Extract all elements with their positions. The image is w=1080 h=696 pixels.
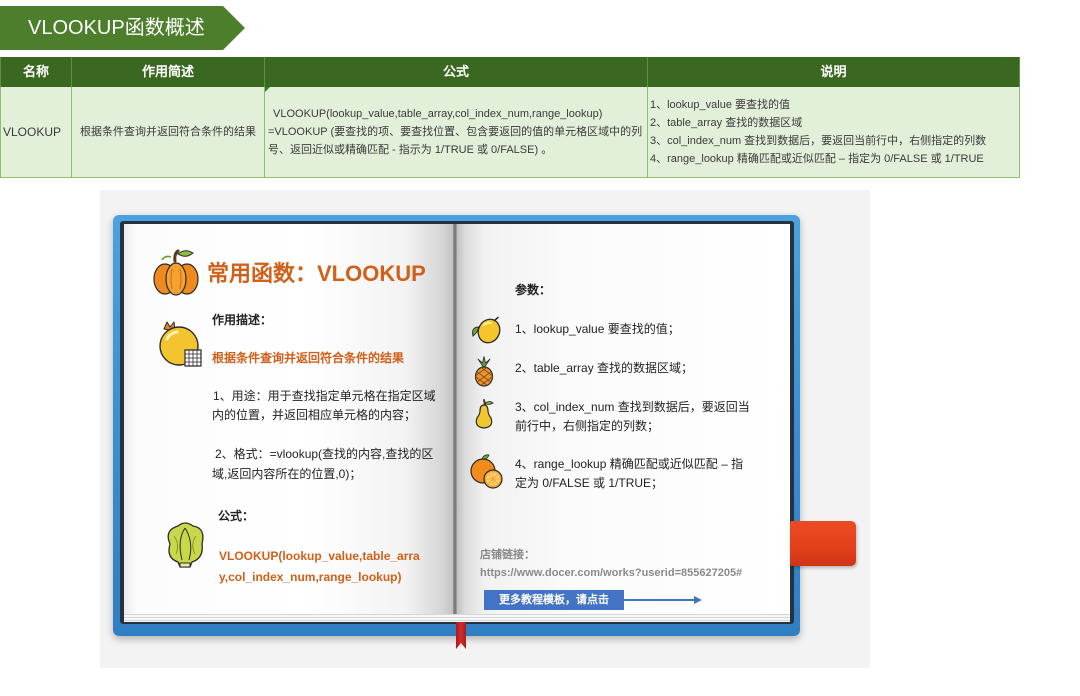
section-banner[interactable]: VLOOKUP函数概述: [0, 6, 245, 50]
header-notes[interactable]: 说明: [648, 57, 1020, 87]
usage-line: 1、用途：用于查找指定单元格在指定区域: [213, 389, 436, 403]
cell-formula-line: 号、返回近似或精确匹配 - 指示为 1/TRUE 或 0/FALSE) 。: [268, 144, 553, 156]
banner-title: VLOOKUP函数概述: [28, 17, 205, 39]
lemon-icon: [472, 316, 501, 344]
cell-formula-line: VLOOKUP(lookup_value,table_array,col_ind…: [273, 108, 603, 120]
format-text: 2、格式：=vlookup(查找的内容,查找的区 域,返回内容所在的位置,0)；: [212, 444, 433, 484]
bookmark-tab: [790, 521, 856, 566]
cell-summary-text: 根据条件查询并返回符合条件的结果: [80, 126, 256, 138]
shop-link-url: https://www.docer.com/works?userid=85562…: [480, 567, 743, 579]
formula-line: VLOOKUP(lookup_value,table_arra: [219, 549, 420, 563]
description-highlight: 根据条件查询并返回符合条件的结果: [212, 351, 405, 365]
cell-notes[interactable]: 1、lookup_value 要查找的值 2、table_array 查找的数据…: [648, 87, 1020, 178]
formula-text: VLOOKUP(lookup_value,table_arra y,col_in…: [219, 546, 420, 588]
ribbon-bookmark: [456, 622, 466, 649]
shop-link-label: 店铺链接：: [480, 549, 535, 561]
formula-heading: 公式：: [218, 509, 255, 523]
param-item: 3、col_index_num 查找到数据后，要返回当 前行中，右侧指定的列数；: [515, 398, 750, 436]
cell-notes-line: 1、lookup_value 要查找的值: [650, 99, 791, 111]
book-title: 常用函数：VLOOKUP: [207, 261, 426, 286]
cell-formula-line: =VLOOKUP (要查找的项、要查找位置、包含要返回的值的单元格区域中的列: [268, 126, 643, 138]
param-line: 3、col_index_num 查找到数据后，要返回当: [515, 400, 750, 414]
header-summary[interactable]: 作用简述: [72, 57, 265, 87]
cell-summary[interactable]: 根据条件查询并返回符合条件的结果: [72, 87, 265, 178]
pear-icon: [475, 399, 494, 429]
param-item: 4、range_lookup 精确匹配或近似匹配 – 指 定为 0/FALSE …: [515, 455, 743, 493]
format-line: 2、格式：=vlookup(查找的内容,查找的区: [215, 447, 434, 461]
cell-name[interactable]: VLOOKUP: [0, 87, 72, 178]
more-templates-button[interactable]: 更多教程模板，请点击: [484, 590, 624, 610]
format-line: 域,返回内容所在的位置,0)；: [212, 467, 362, 481]
book-illustration[interactable]: 常用函数：VLOOKUP 作用描述： 根据条件查询并返回符合条件的结果 1、用途…: [100, 190, 870, 668]
page-stack: [124, 614, 790, 622]
cell-notes-line: 3、col_index_num 查找到数据后，要返回当前行中，右侧指定的列数: [650, 135, 987, 147]
usage-text: 1、用途：用于查找指定单元格在指定区域 内的位置，并返回相应单元格的内容；: [212, 387, 436, 425]
usage-line: 内的位置，并返回相应单元格的内容；: [212, 408, 417, 422]
orange-icon: [470, 454, 503, 489]
pomegranate-icon: [159, 321, 202, 367]
pineapple-icon: [474, 356, 494, 387]
arrow-right-icon: [624, 596, 702, 604]
description-heading: 作用描述：: [212, 313, 273, 327]
param-line: 定为 0/FALSE 或 1/TRUE；: [515, 476, 664, 490]
cell-notes-line: 2、table_array 查找的数据区域: [650, 117, 803, 129]
header-name[interactable]: 名称: [0, 57, 72, 87]
header-formula[interactable]: 公式: [265, 57, 648, 87]
overview-table: 名称 作用简述 公式 说明 VLOOKUP 根据条件查询并返回符合条件的结果 V…: [0, 57, 1020, 178]
params-heading: 参数：: [515, 283, 552, 297]
param-line: 前行中，右侧指定的列数；: [515, 419, 660, 433]
param-item: 2、table_array 查找的数据区域；: [515, 359, 693, 378]
cabbage-icon: [167, 522, 204, 568]
cell-notes-line: 4、range_lookup 精确匹配或近似匹配 – 指定为 0/FALSE 或…: [650, 153, 984, 165]
cell-indicator-triangle: [265, 87, 270, 92]
formula-line: y,col_index_num,range_lookup): [219, 570, 402, 584]
param-line: 4、range_lookup 精确匹配或近似匹配 – 指: [515, 457, 744, 471]
param-line: 2、table_array 查找的数据区域；: [515, 361, 694, 375]
book-spine: [453, 224, 457, 622]
param-item: 1、lookup_value 要查找的值；: [515, 320, 680, 339]
cell-name-text: VLOOKUP: [3, 125, 62, 139]
pumpkin-icon: [153, 249, 199, 296]
param-line: 1、lookup_value 要查找的值；: [515, 322, 680, 336]
cell-formula[interactable]: VLOOKUP(lookup_value,table_array,col_ind…: [265, 87, 648, 178]
